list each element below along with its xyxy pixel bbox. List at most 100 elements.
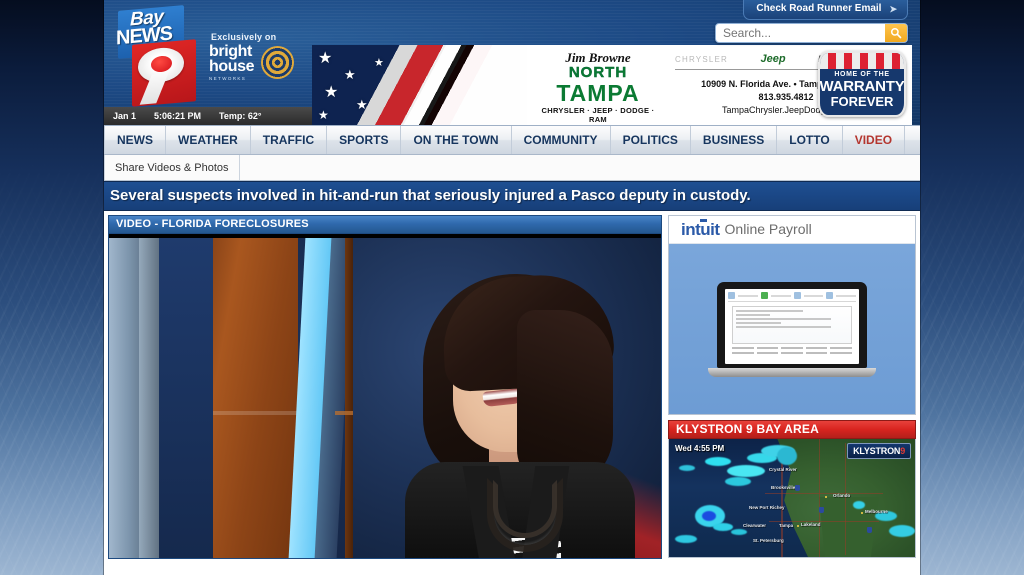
search-box[interactable] bbox=[715, 23, 908, 43]
city-label-melbourne: Melbourne bbox=[865, 509, 888, 514]
nav-item-community[interactable]: COMMUNITY bbox=[512, 126, 611, 154]
radar-map[interactable]: Wed 4:55 PM KLYSTRON9 Crystal River Broo… bbox=[668, 439, 916, 558]
laptop-screen-toolbar bbox=[728, 292, 856, 302]
studio-wood-trim bbox=[335, 238, 375, 558]
flag-star-icon: ★ bbox=[318, 50, 333, 67]
warranty-mid-text: WARRANTY bbox=[819, 77, 905, 95]
toolbar-icon-green bbox=[760, 292, 768, 299]
bright-house-wordmark: bright house NETWORKS bbox=[209, 43, 255, 82]
bright-house-target-icon bbox=[261, 46, 295, 79]
nav-item-news[interactable]: NEWS bbox=[104, 126, 166, 154]
radar-road bbox=[769, 521, 879, 522]
bay-news-9-logo[interactable]: Bay NEWS bbox=[112, 4, 200, 109]
video-frame-content bbox=[109, 238, 661, 558]
city-label-clearwater: Clearwater bbox=[743, 523, 767, 528]
status-temp: Temp: 62° bbox=[219, 111, 262, 121]
search-button[interactable] bbox=[885, 24, 907, 42]
toolbar-icon bbox=[728, 292, 735, 299]
flag-star-icon: ★ bbox=[344, 67, 356, 82]
bright-house-sponsor[interactable]: Exclusively on bright house NETWORKS bbox=[209, 32, 295, 82]
video-panel-title: VIDEO - FLORIDA FORECLOSURES bbox=[116, 218, 309, 230]
toolbar-text bbox=[738, 294, 758, 297]
intuit-ad-body bbox=[669, 244, 915, 414]
interstate-shield-icon bbox=[867, 527, 872, 533]
table-row bbox=[732, 347, 852, 349]
intuit-subtitle: Online Payroll bbox=[724, 221, 812, 237]
nav-item-on-the-town[interactable]: ON THE TOWN bbox=[401, 126, 512, 154]
laptop-base bbox=[708, 368, 876, 377]
table-cell bbox=[830, 352, 852, 354]
nav-item-video[interactable]: VIDEO bbox=[843, 126, 906, 154]
nav-item-sports[interactable]: SPORTS bbox=[327, 126, 402, 154]
table-cell bbox=[732, 347, 754, 349]
flag-star-icon: ★ bbox=[324, 84, 339, 101]
dealer-tampa: TAMPA bbox=[556, 80, 640, 106]
warranty-forever-badge: HOME OF THE WARRANTY FOREVER bbox=[818, 51, 906, 117]
laptop-pay-table bbox=[732, 347, 852, 354]
table-cell bbox=[805, 347, 828, 349]
logo-news-text: NEWS bbox=[116, 22, 172, 50]
city-label-crystal-river: Crystal River bbox=[769, 467, 797, 472]
check-line bbox=[736, 326, 832, 328]
city-label-new-port-richey: New Port Richey bbox=[749, 505, 785, 510]
table-cell bbox=[830, 347, 852, 349]
intuit-logo: intuit bbox=[681, 219, 720, 239]
radar-echo bbox=[702, 511, 716, 521]
american-flag-graphic: ★ ★ ★ ★ ★ ★ bbox=[312, 45, 527, 125]
nav-item-traffic[interactable]: TRAFFIC bbox=[251, 126, 328, 154]
klystron-title: KLYSTRON 9 BAY AREA bbox=[676, 422, 819, 436]
check-line bbox=[736, 322, 781, 324]
city-label-lakeland: Lakeland bbox=[801, 522, 821, 527]
banner-advertisement[interactable]: ★ ★ ★ ★ ★ ★ Jim Browne NORTH TAMPA CHRYS… bbox=[312, 45, 912, 125]
nav-item-business[interactable]: BUSINESS bbox=[691, 126, 778, 154]
interstate-shield-icon bbox=[795, 485, 800, 491]
radar-road bbox=[765, 493, 883, 494]
studio-wood-panel bbox=[213, 238, 298, 558]
search-input[interactable] bbox=[716, 24, 885, 42]
check-road-runner-email-button[interactable]: Check Road Runner Email ➤ bbox=[743, 0, 908, 20]
toolbar-icon bbox=[826, 292, 834, 299]
nav-item-politics[interactable]: POLITICS bbox=[611, 126, 691, 154]
main-column: VIDEO - FLORIDA FORECLOSURES bbox=[108, 215, 662, 559]
studio-glass-panel-2 bbox=[139, 238, 161, 558]
intuit-advertisement[interactable]: intuit Online Payroll bbox=[668, 215, 916, 415]
flag-star-icon: ★ bbox=[318, 108, 329, 122]
chrysler-logo: CHRYSLER bbox=[675, 55, 729, 64]
city-label-st-petersburg: St. Petersburg bbox=[753, 538, 784, 543]
toolbar-text bbox=[803, 294, 824, 297]
jeep-logo: Jeep bbox=[760, 53, 786, 65]
dealer-north: NORTH bbox=[568, 64, 628, 81]
nav-item-weather[interactable]: WEATHER bbox=[166, 126, 251, 154]
table-row bbox=[732, 352, 852, 354]
video-player[interactable] bbox=[108, 234, 662, 559]
browser-page: Bay NEWS Exclusively on bright house NET… bbox=[104, 0, 920, 575]
radar-road bbox=[845, 443, 846, 555]
dealer-brands: CHRYSLER · JEEP · DODGE · RAM bbox=[541, 106, 655, 124]
breaking-news-headline: Several suspects involved in hit-and-run… bbox=[110, 187, 751, 204]
laptop-lid bbox=[717, 282, 867, 368]
city-marker bbox=[825, 496, 827, 498]
nav-item-lotto[interactable]: LOTTO bbox=[777, 126, 843, 154]
flag-star-icon: ★ bbox=[356, 97, 368, 112]
check-line bbox=[736, 314, 770, 316]
breaking-news-banner[interactable]: Several suspects involved in hit-and-run… bbox=[104, 181, 920, 211]
table-cell bbox=[805, 352, 828, 354]
toolbar-text bbox=[770, 294, 791, 297]
nav-filler bbox=[905, 126, 920, 154]
flag-star-icon: ★ bbox=[374, 57, 384, 69]
news-anchor-figure bbox=[377, 266, 661, 558]
video-letterbox bbox=[109, 234, 661, 238]
klystron-radar-module: KLYSTRON 9 BAY AREA Wed 4:55 PM KLYSTRON… bbox=[668, 420, 916, 558]
radar-echo bbox=[853, 501, 865, 509]
radar-echo bbox=[713, 523, 733, 531]
status-date: Jan 1 bbox=[113, 111, 137, 121]
radar-echo bbox=[705, 457, 731, 466]
laptop-check-preview bbox=[732, 306, 852, 344]
klystron-badge-nine: 9 bbox=[900, 446, 905, 456]
warranty-bottom-text: FOREVER bbox=[830, 93, 894, 109]
table-cell bbox=[756, 352, 779, 354]
subnav-item-share-videos-photos[interactable]: Share Videos & Photos bbox=[104, 155, 240, 180]
bright-house-line1: bright bbox=[209, 43, 252, 60]
intuit-ad-header: intuit Online Payroll bbox=[669, 216, 915, 244]
arrow-icon: ➤ bbox=[889, 4, 897, 14]
